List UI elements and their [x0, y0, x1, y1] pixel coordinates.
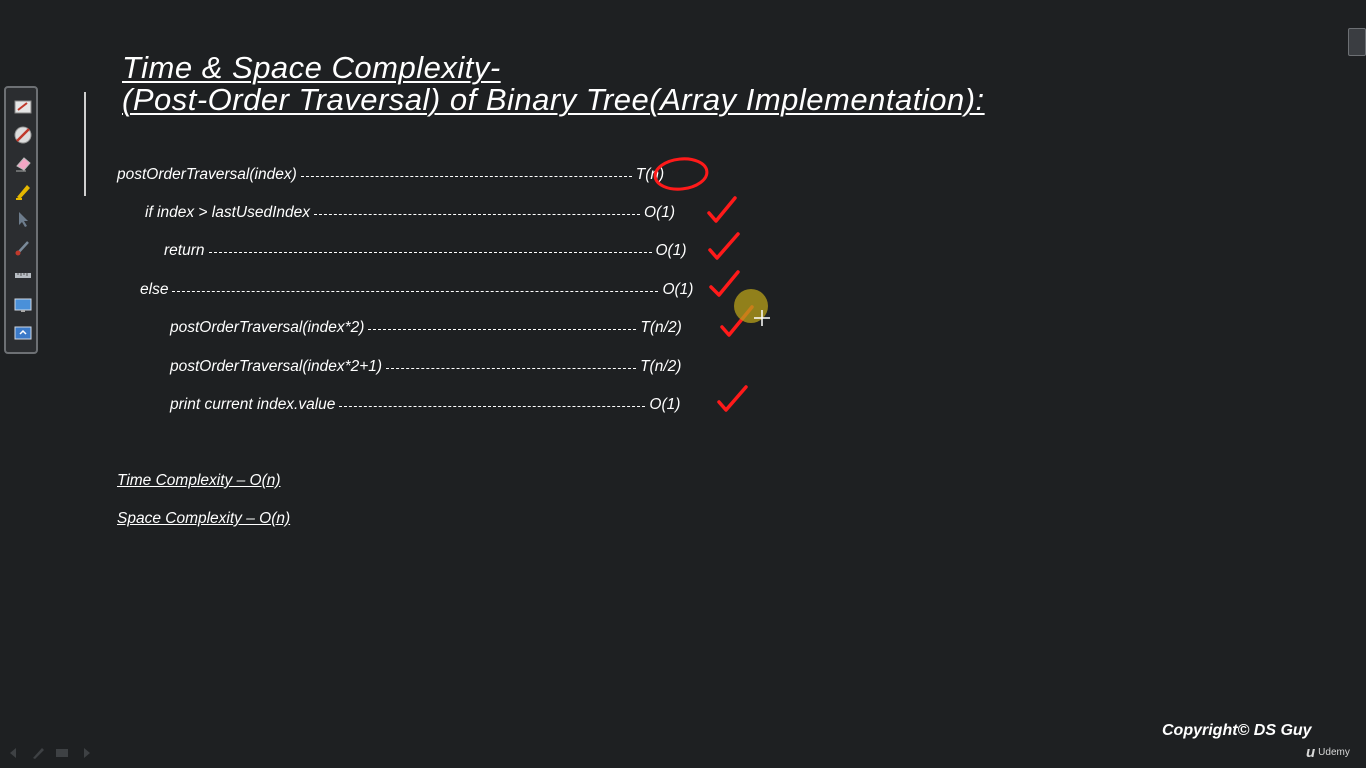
- copyright-notice: Copyright© DS Guy: [1162, 722, 1312, 739]
- leader-dashes: [339, 405, 646, 407]
- screen-capture-icon[interactable]: [12, 294, 34, 316]
- screen-share-icon[interactable]: [12, 322, 34, 344]
- leader-dashes: [314, 213, 640, 215]
- slide-title-line-1: Time & Space Complexity-: [122, 50, 501, 85]
- code-line: return O(1): [164, 241, 687, 261]
- annotation-toolbar: [4, 86, 38, 354]
- brand-name: Udemy: [1318, 747, 1350, 758]
- slide-menu-icon[interactable]: [54, 746, 70, 760]
- next-slide-icon[interactable]: [78, 746, 94, 760]
- code-line: else O(1): [140, 280, 693, 300]
- check-mark-icon: [708, 232, 740, 260]
- brand-watermark: u Udemy: [1306, 744, 1350, 761]
- code-line: postOrderTraversal(index*2) T(n/2): [170, 318, 682, 338]
- check-mark-icon: [717, 385, 748, 412]
- ruler-icon[interactable]: [12, 264, 34, 286]
- cost-label: T(n): [635, 166, 665, 183]
- check-mark-icon: [707, 196, 737, 223]
- time-complexity-summary: Time Complexity – O(n): [117, 472, 281, 489]
- slide-canvas: Time & Space Complexity- (Post-Order Tra…: [0, 0, 1366, 768]
- presenter-nav: [6, 746, 94, 760]
- slide-title: Time & Space Complexity- (Post-Order Tra…: [122, 52, 985, 116]
- crosshair-cursor-icon: [754, 310, 770, 326]
- pointer-icon[interactable]: [12, 208, 34, 230]
- highlighter-icon[interactable]: [12, 180, 34, 202]
- code-text: return: [164, 242, 205, 259]
- code-text: else: [140, 281, 169, 298]
- code-line: postOrderTraversal(index*2+1) T(n/2): [170, 357, 681, 377]
- cost-label: O(1): [649, 396, 681, 413]
- slide-title-line-2: (Post-Order Traversal) of Binary Tree(Ar…: [122, 82, 985, 117]
- cost-label: O(1): [662, 281, 694, 298]
- cursor-highlight: [734, 289, 768, 323]
- whiteboard-icon[interactable]: [12, 96, 34, 118]
- code-text: postOrderTraversal(index*2): [170, 319, 365, 336]
- check-mark-icon: [709, 270, 740, 297]
- eraser-icon[interactable]: [12, 152, 34, 174]
- leader-dashes: [172, 290, 659, 292]
- leader-dashes: [300, 175, 632, 177]
- code-text: postOrderTraversal(index*2+1): [170, 358, 383, 375]
- check-mark-icon: [720, 305, 754, 337]
- leader-dashes: [386, 367, 637, 369]
- leader-dashes: [368, 328, 637, 330]
- code-text: if index > lastUsedIndex: [145, 204, 310, 221]
- leader-dashes: [208, 251, 652, 253]
- code-text: postOrderTraversal(index): [117, 166, 297, 183]
- code-line: if index > lastUsedIndex O(1): [145, 203, 675, 223]
- pen-disabled-icon[interactable]: [12, 124, 34, 146]
- code-line: print current index.value O(1): [170, 395, 680, 415]
- code-line: postOrderTraversal(index) T(n): [117, 165, 664, 185]
- panel-toggle-button[interactable]: [1348, 28, 1366, 56]
- previous-slide-icon[interactable]: [6, 746, 22, 760]
- brush-icon[interactable]: [12, 236, 34, 258]
- code-text: print current index.value: [170, 396, 336, 413]
- cost-label: O(1): [655, 242, 687, 259]
- udemy-logo-icon: u: [1306, 744, 1316, 761]
- space-complexity-summary: Space Complexity – O(n): [117, 510, 291, 527]
- cost-label: O(1): [644, 204, 675, 221]
- pen-tool-icon[interactable]: [30, 746, 46, 760]
- vertical-divider: [84, 92, 86, 196]
- cost-label: T(n/2): [640, 319, 682, 336]
- cost-label: T(n/2): [640, 358, 682, 375]
